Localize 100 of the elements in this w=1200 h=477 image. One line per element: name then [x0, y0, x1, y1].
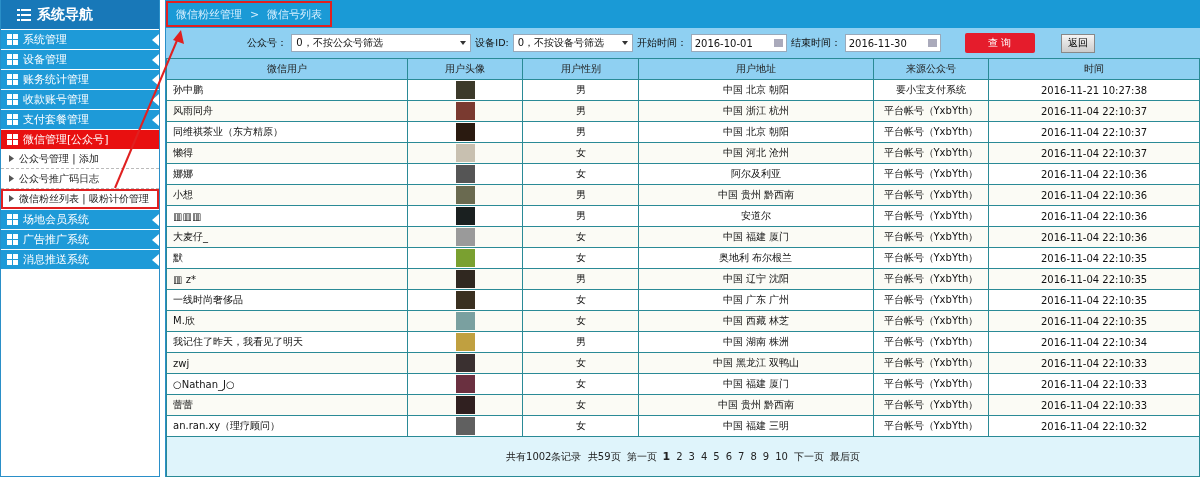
submenu-item[interactable]: 公众号推广码日志	[1, 169, 159, 189]
user-cell: 默	[166, 247, 408, 269]
photo-placeholder	[455, 333, 475, 351]
column-header: 来源公众号	[873, 58, 989, 80]
account-select[interactable]: 0，不按公众号筛选	[291, 34, 472, 52]
column-header: 用户性别	[522, 58, 639, 80]
sidebar-item[interactable]: 微信管理[公众号]	[1, 130, 159, 149]
grid-icon	[7, 214, 18, 225]
table-cell: 中国 贵州 黔西南	[638, 184, 874, 206]
photo-placeholder	[455, 375, 475, 393]
table-cell: 中国 福建 厦门	[638, 373, 874, 395]
table-cell: 2016-11-21 10:27:38	[988, 79, 1200, 101]
account-label: 公众号：	[247, 36, 288, 50]
user-cell: 大麦仔_	[166, 226, 408, 248]
table-cell: 中国 湖南 株洲	[638, 331, 874, 353]
table-cell: 中国 广东 广州	[638, 289, 874, 311]
table-cell: 2016-11-04 22:10:36	[988, 205, 1200, 227]
user-cell: 一线时尚奢侈品	[166, 289, 408, 311]
user-cell: 同维祺茶业（东方精原）	[166, 121, 408, 143]
user-cell: 小想	[166, 184, 408, 206]
page-link[interactable]: 6	[725, 451, 733, 462]
caret-icon	[460, 41, 467, 45]
page-link[interactable]: 3	[688, 451, 695, 462]
page-link[interactable]: 9	[762, 451, 770, 462]
photo-placeholder	[455, 396, 475, 414]
photo-placeholder	[455, 270, 475, 288]
user-cell: zwj	[166, 352, 408, 374]
photo-placeholder	[455, 144, 475, 162]
photo-placeholder	[455, 291, 475, 309]
caret-icon	[621, 41, 628, 45]
table-cell: 2016-11-04 22:10:35	[988, 289, 1200, 311]
user-cell: 孙中鹏	[166, 79, 408, 101]
user-cell: 风雨同舟	[166, 100, 408, 122]
photo-placeholder	[455, 102, 475, 120]
photo-placeholder	[455, 81, 475, 99]
table-cell: 中国 北京 朝阳	[638, 79, 874, 101]
page-link[interactable]: 2	[676, 451, 683, 462]
submenu-item[interactable]: 公众号管理 | 添加	[1, 149, 159, 169]
table-cell: 中国 贵州 黔西南	[638, 394, 874, 416]
page-link[interactable]: 7	[738, 451, 745, 462]
triangle-icon	[9, 175, 14, 182]
photo-placeholder	[455, 228, 475, 246]
table-cell: 2016-11-04 22:10:37	[988, 100, 1200, 122]
user-cell: 懒得	[166, 142, 408, 164]
photo-placeholder	[455, 354, 475, 372]
calendar-icon	[773, 39, 783, 47]
page-link[interactable]: 8	[750, 451, 757, 462]
table-cell: 2016-11-04 22:10:37	[988, 121, 1200, 143]
table-cell: 2016-11-04 22:10:36	[988, 184, 1200, 206]
device-label: 设备ID:	[475, 36, 509, 50]
column-header: 时间	[988, 58, 1200, 80]
page-link[interactable]: 4	[700, 451, 708, 462]
table-cell: 2016-11-04 22:10:33	[988, 352, 1200, 374]
user-cell: 蕾蕾	[166, 394, 408, 416]
table-cell: 2016-11-04 22:10:37	[988, 142, 1200, 164]
table-cell: 中国 黑龙江 双鸭山	[638, 352, 874, 374]
table-cell: 安道尔	[638, 205, 874, 227]
grid-icon	[7, 134, 18, 145]
last-page-link[interactable]: 最后页	[829, 449, 860, 464]
column-header: 微信用户	[166, 58, 408, 80]
table-cell: 中国 辽宁 沈阳	[638, 268, 874, 290]
record-summary: 共有1002条记录 共59页	[506, 449, 621, 464]
photo-placeholder	[455, 207, 475, 225]
user-cell: 我记住了昨天，我看见了明天	[166, 331, 408, 353]
table-cell: 中国 浙江 杭州	[638, 100, 874, 122]
grid-icon	[7, 254, 18, 265]
page-link[interactable]: 10	[775, 451, 788, 462]
start-time-label: 开始时间：	[636, 36, 687, 50]
back-button[interactable]: 返回	[1060, 33, 1095, 53]
photo-placeholder	[455, 312, 475, 330]
device-select[interactable]: 0，不按设备号筛选	[512, 34, 633, 52]
user-cell: M.欣	[166, 310, 408, 332]
grid-icon	[7, 114, 18, 125]
start-date-field[interactable]: 2016-10-01	[690, 34, 787, 52]
user-cell: 娜娜	[166, 163, 408, 185]
table-cell: 中国 北京 朝阳	[638, 121, 874, 143]
triangle-icon	[9, 195, 14, 202]
table-cell: 2016-11-04 22:10:36	[988, 226, 1200, 248]
list-icon	[17, 8, 31, 21]
triangle-icon	[9, 155, 14, 162]
photo-placeholder	[455, 123, 475, 141]
photo-placeholder	[455, 165, 475, 183]
column-header: 用户地址	[638, 58, 874, 80]
search-button[interactable]: 查 询	[964, 33, 1035, 53]
table-cell: 2016-11-04 22:10:35	[988, 310, 1200, 332]
table-cell: 中国 福建 厦门	[638, 226, 874, 248]
table-cell: 2016-11-04 22:10:33	[988, 373, 1200, 395]
page-link[interactable]: 5	[713, 451, 720, 462]
next-page-link[interactable]: 下一页	[793, 449, 824, 464]
table-cell: 2016-11-04 22:10:33	[988, 394, 1200, 416]
grid-icon	[7, 234, 18, 245]
submenu-item[interactable]: 微信粉丝列表 | 吸粉计价管理	[1, 189, 159, 209]
table-cell: 2016-11-04 22:10:34	[988, 331, 1200, 353]
end-date-field[interactable]: 2016-11-30	[844, 34, 941, 52]
user-cell: ▥ z*	[166, 268, 408, 290]
table-cell: 奥地利 布尔根兰	[638, 247, 874, 269]
photo-placeholder	[455, 249, 475, 267]
page-link[interactable]: 1	[662, 450, 671, 463]
table-cell: 中国 西藏 林芝	[638, 310, 874, 332]
first-page-link[interactable]: 第一页	[626, 449, 657, 464]
